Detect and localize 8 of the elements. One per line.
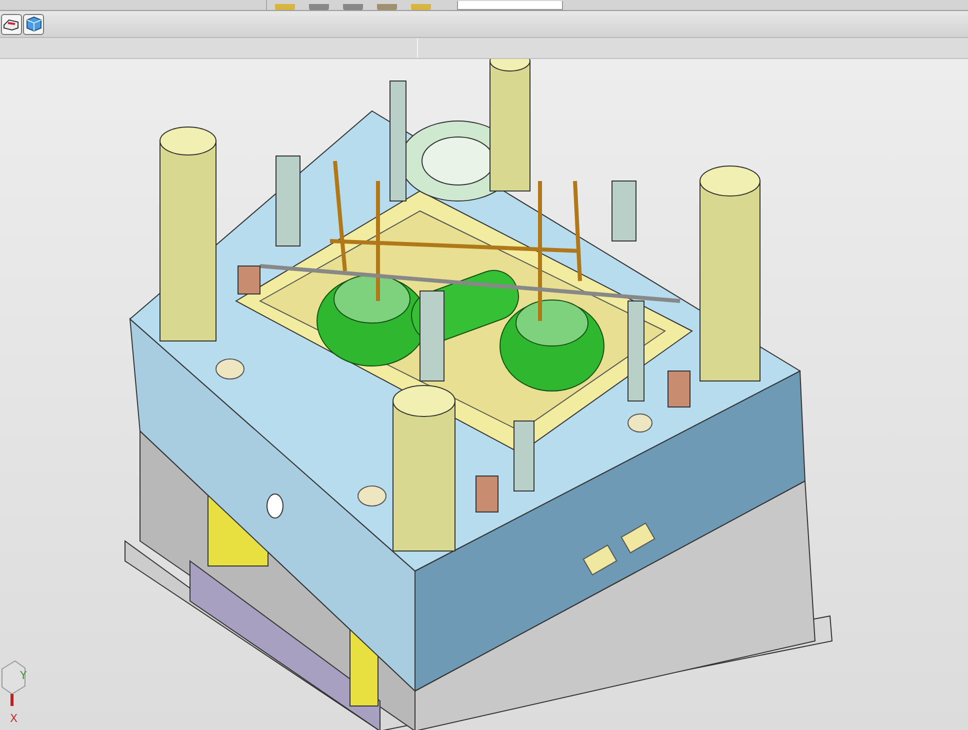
toolbar-input-field[interactable] [457,1,563,10]
shaded-solid-icon [3,16,20,32]
cube-icon [25,16,42,32]
view-triad-icon [2,660,26,706]
y-axis-label: Y [20,669,27,682]
shaded-edges-button[interactable] [1,14,22,34]
shaded-view-button[interactable] [23,14,44,34]
x-axis-label: X [10,712,18,725]
